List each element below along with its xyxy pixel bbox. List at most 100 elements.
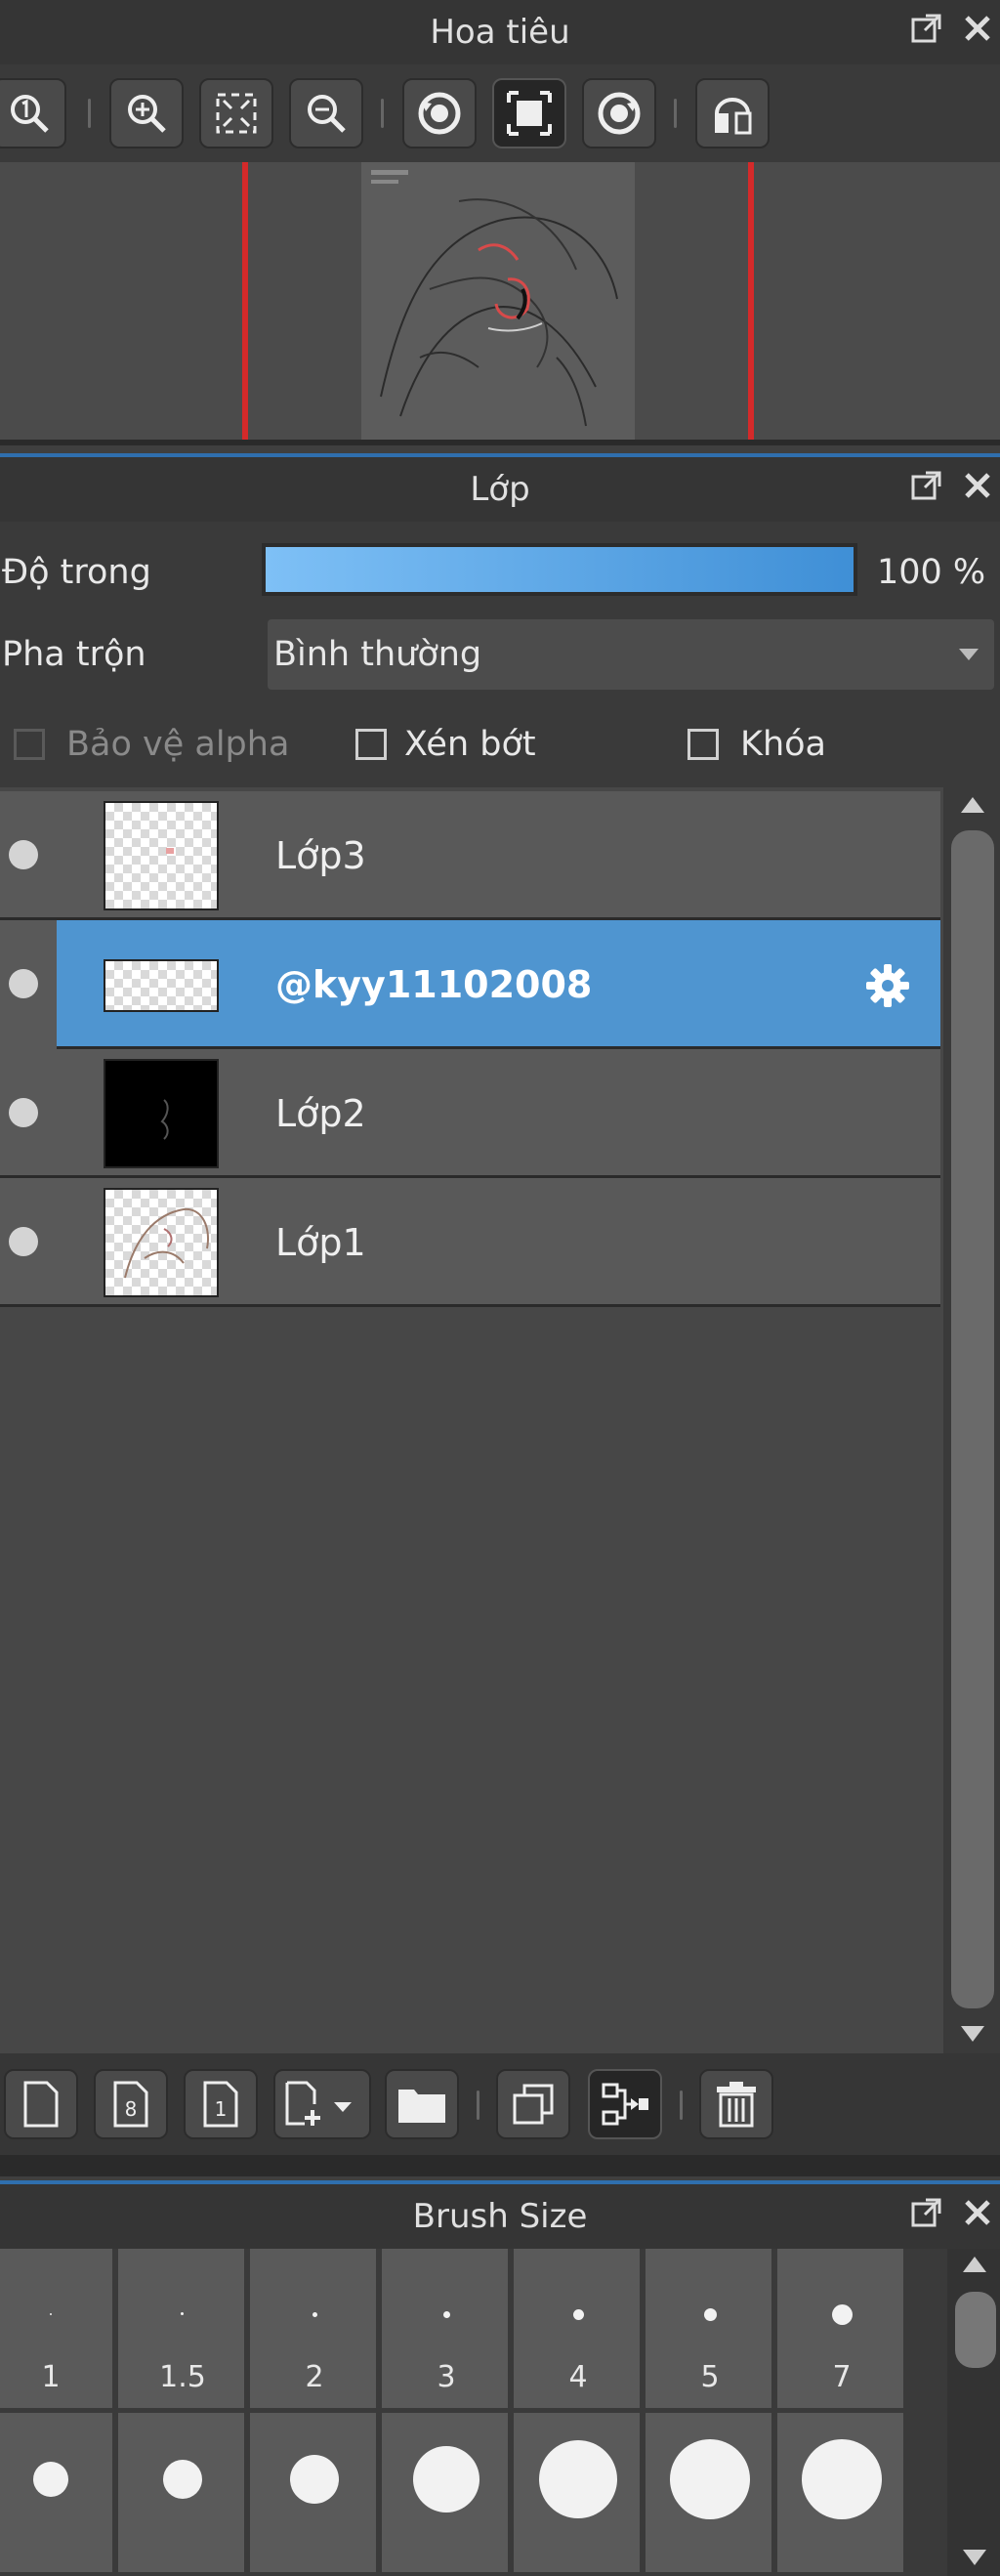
protect-alpha-label: Bảo vệ alpha: [66, 725, 290, 764]
thumbnail-sketch: [160, 1099, 169, 1140]
brush-size-cell[interactable]: 7: [777, 2249, 906, 2411]
merge-layer-icon: [602, 2083, 648, 2126]
brush-size-cell[interactable]: 1: [0, 2249, 115, 2411]
delete-layer-button[interactable]: [699, 2069, 773, 2139]
visibility-toggle[interactable]: [9, 969, 38, 998]
scroll-thumb[interactable]: [951, 830, 994, 2008]
lock-checkbox[interactable]: [688, 729, 719, 760]
visibility-toggle[interactable]: [9, 840, 38, 869]
zoom-in-icon: [128, 95, 166, 133]
layer-thumbnail: [104, 1059, 219, 1168]
flip-horizontal-button[interactable]: [695, 78, 770, 148]
thumbnail-mark: [166, 848, 174, 854]
brush-dot: [413, 2446, 479, 2513]
blend-mode-select[interactable]: Bình thường: [268, 619, 994, 690]
brush-dot: [443, 2311, 450, 2318]
new-1bit-layer-button[interactable]: 1: [184, 2069, 258, 2139]
layer-row-selected[interactable]: @kyy11102008: [0, 920, 940, 1049]
scroll-down-icon[interactable]: [963, 2550, 986, 2565]
brush-size-label: 3: [437, 2360, 456, 2394]
lock-label: Khóa: [740, 725, 826, 764]
close-icon[interactable]: [961, 12, 994, 45]
brush-size-label: 1: [41, 2360, 61, 2394]
duplicate-layer-icon: [513, 2084, 554, 2125]
close-icon[interactable]: [961, 469, 994, 502]
brush-size-title: Brush Size: [412, 2197, 588, 2236]
scroll-up-icon[interactable]: [961, 797, 984, 813]
rotate-right-button[interactable]: [582, 78, 656, 148]
fit-screen-button[interactable]: [199, 78, 273, 148]
popout-icon[interactable]: [910, 469, 943, 502]
new-8bit-layer-button[interactable]: 8: [94, 2069, 168, 2139]
brush-size-cell[interactable]: [646, 2413, 774, 2575]
visibility-toggle[interactable]: [9, 1098, 38, 1127]
new-layer-button[interactable]: [4, 2069, 78, 2139]
brush-size-cell[interactable]: 2: [250, 2249, 379, 2411]
zoom-out-button[interactable]: [289, 78, 363, 148]
zoom-actual-button[interactable]: [0, 78, 66, 148]
brush-size-cell[interactable]: [514, 2413, 643, 2575]
blend-mode-label: Pha trộn: [2, 635, 146, 674]
layer-name: Lớp2: [275, 1092, 366, 1135]
layer-row[interactable]: Lớp1: [0, 1178, 940, 1307]
protect-alpha-checkbox[interactable]: [14, 729, 45, 760]
brush-dot: [312, 2312, 317, 2317]
separator: [381, 99, 384, 128]
zoom-in-button[interactable]: [109, 78, 184, 148]
brush-size-grid: 1 1.5 2 3 4 5 7: [0, 2249, 1000, 2576]
scroll-thumb[interactable]: [955, 2292, 996, 2368]
separator: [88, 99, 91, 128]
brush-size-cell[interactable]: [777, 2413, 906, 2575]
reset-view-button[interactable]: [492, 78, 566, 148]
popout-icon[interactable]: [910, 2196, 943, 2229]
clipping-checkbox[interactable]: [355, 729, 387, 760]
divider: [0, 440, 1000, 445]
opacity-slider[interactable]: [262, 543, 857, 596]
layer-row[interactable]: Lớp3: [0, 791, 940, 920]
brush-dot: [704, 2308, 717, 2321]
fit-screen-icon: [216, 93, 257, 134]
opacity-slider-fill: [266, 547, 854, 592]
brush-size-label: 1.5: [159, 2360, 206, 2394]
close-icon[interactable]: [961, 2196, 994, 2229]
gear-icon[interactable]: [865, 963, 910, 1008]
layer-name: @kyy11102008: [275, 963, 593, 1006]
brush-size-scrollbar[interactable]: [947, 2249, 1000, 2576]
new-folder-button[interactable]: [385, 2069, 459, 2139]
popout-icon[interactable]: [910, 12, 943, 45]
brush-size-label: 4: [568, 2360, 588, 2394]
brush-dot: [163, 2460, 202, 2499]
separator: [680, 2090, 683, 2120]
navigator-toolbar: [0, 64, 1000, 162]
duplicate-layer-button[interactable]: [496, 2069, 570, 2139]
brush-size-cell[interactable]: [382, 2413, 511, 2575]
add-layer-menu-button[interactable]: [273, 2069, 371, 2139]
add-layer-menu-icon: [285, 2081, 352, 2126]
navigator-preview[interactable]: [0, 162, 1000, 440]
brush-size-cell[interactable]: [118, 2413, 247, 2575]
canvas-sketch-image: [371, 170, 618, 427]
brush-dot: [181, 2312, 184, 2315]
layer-thumbnail: [104, 801, 219, 910]
opacity-label: Độ trong: [2, 553, 151, 592]
rotate-left-button[interactable]: [402, 78, 477, 148]
layer-thumbnail: [104, 1188, 219, 1297]
svg-text:8: 8: [125, 2097, 138, 2121]
brush-size-cell[interactable]: 3: [382, 2249, 511, 2411]
scroll-up-icon[interactable]: [963, 2257, 986, 2272]
chevron-down-icon: [959, 649, 979, 660]
navigator-title-bar: Hoa tiêu: [0, 0, 1000, 64]
visibility-toggle[interactable]: [9, 1227, 38, 1256]
merge-layer-button[interactable]: [588, 2069, 662, 2139]
layers-title: Lớp: [470, 470, 530, 509]
layer-list-scrollbar[interactable]: [943, 787, 1000, 2053]
brush-size-cell[interactable]: 4: [514, 2249, 643, 2411]
brush-size-cell[interactable]: 1.5: [118, 2249, 247, 2411]
blend-mode-value: Bình thường: [273, 635, 482, 674]
brush-size-cell[interactable]: 5: [646, 2249, 774, 2411]
scroll-down-icon[interactable]: [961, 2026, 984, 2042]
brush-size-cell[interactable]: [250, 2413, 379, 2575]
layer-row[interactable]: Lớp2: [0, 1049, 940, 1178]
brush-size-cell[interactable]: [0, 2413, 115, 2575]
rotate-right-icon: [598, 92, 641, 135]
